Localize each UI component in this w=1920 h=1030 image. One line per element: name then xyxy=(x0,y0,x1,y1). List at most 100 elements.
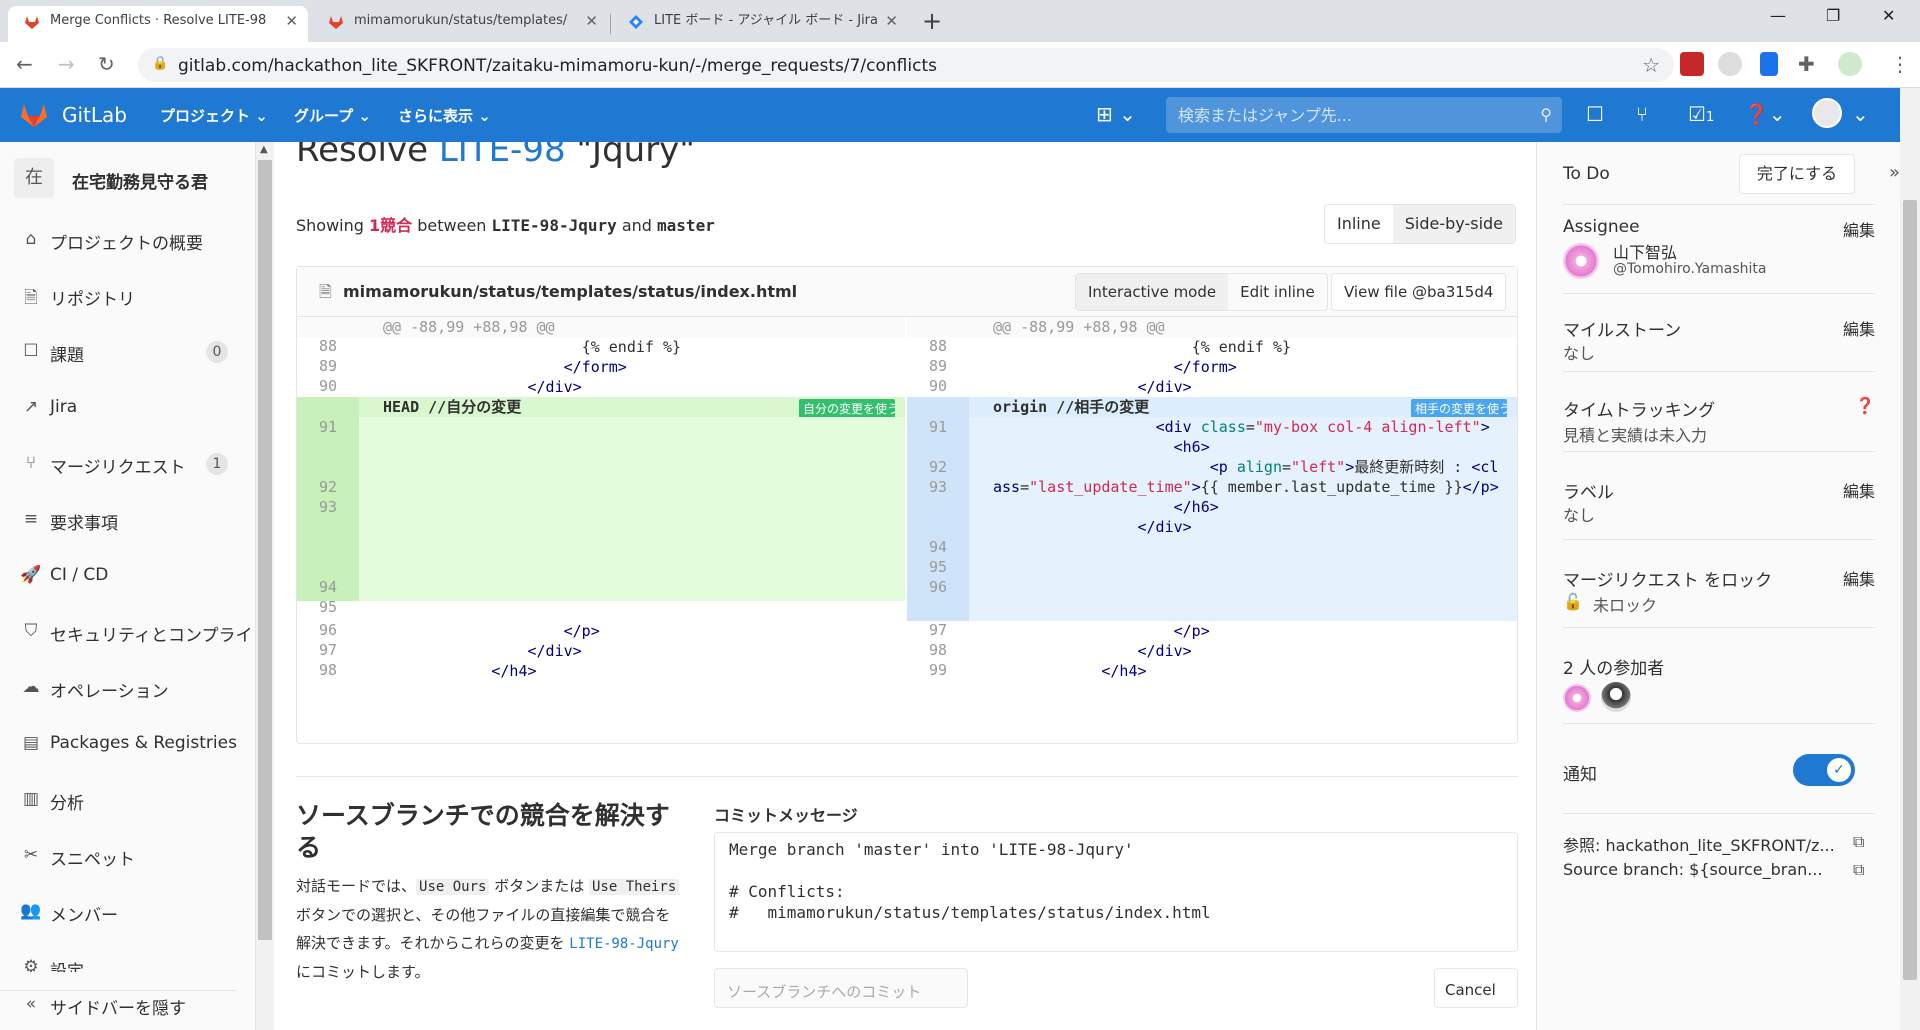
close-tab-icon[interactable]: ✕ xyxy=(885,6,898,36)
sidebar-item-requirements[interactable]: ≡ 要求事項 xyxy=(20,506,236,538)
minimize-icon[interactable]: — xyxy=(1770,6,1786,25)
interactive-mode-button[interactable]: Interactive mode xyxy=(1076,274,1229,310)
edit-milestone-link[interactable]: 編集 xyxy=(1843,316,1875,340)
sidebar-item-members[interactable]: 👥 メンバー xyxy=(20,898,236,930)
menu-projects[interactable]: プロジェクト ⌄ xyxy=(160,105,268,126)
close-tab-icon[interactable]: ✕ xyxy=(585,6,598,36)
copy-reference-icon[interactable]: ⧉ xyxy=(1853,832,1864,852)
user-avatar[interactable] xyxy=(1812,98,1842,128)
page-scrollbar-thumb[interactable] xyxy=(1903,200,1917,980)
browser-tab-merge-conflicts[interactable]: Merge Conflicts · Resolve LITE-98 ✕ xyxy=(8,6,308,42)
collapse-right-sidebar-icon[interactable]: » xyxy=(1889,162,1900,183)
issue-link[interactable]: LITE-98 xyxy=(439,142,566,170)
sidebar-item-settings[interactable]: ⚙ 設定 xyxy=(20,954,236,972)
diff-line: 99 </h4> xyxy=(928,661,1147,680)
reload-icon[interactable]: ↻ xyxy=(98,52,115,76)
scroll-up-arrow-icon[interactable]: ▲ xyxy=(260,144,268,155)
commit-message-label: コミットメッセージ xyxy=(714,806,858,825)
participant-avatar[interactable] xyxy=(1601,682,1631,712)
menu-groups[interactable]: グループ ⌄ xyxy=(294,105,371,126)
edit-lock-link[interactable]: 編集 xyxy=(1843,566,1875,590)
gitlab-logo-icon[interactable] xyxy=(20,102,48,128)
sidebar-item-label: 要求事項 xyxy=(50,514,118,534)
file-header: 🗎 mimamorukun/status/templates/status/in… xyxy=(297,267,1517,317)
merge-request-icon: ⑂ xyxy=(25,453,37,473)
notifications-toggle[interactable]: ✓ xyxy=(1793,754,1855,786)
browser-tab-templates[interactable]: mimamorukun/status/templates/ ✕ xyxy=(312,6,608,42)
sidebar-item-merge-requests[interactable]: ⑂ マージリクエスト 1 xyxy=(20,450,236,482)
mark-done-button[interactable]: 完了にする xyxy=(1739,154,1855,194)
todos-nav-icon[interactable]: ☑1 xyxy=(1688,102,1714,126)
help-question-icon[interactable]: ❓ xyxy=(1855,396,1875,415)
copy-branch-icon[interactable]: ⧉ xyxy=(1853,860,1864,880)
edit-labels-link[interactable]: 編集 xyxy=(1843,478,1875,502)
assignee-name[interactable]: 山下智弘 xyxy=(1613,239,1677,263)
sidebar-item-security[interactable]: ⛉ セキュリティとコンプライ xyxy=(20,618,253,650)
use-theirs-button[interactable]: 相手の変更を使う xyxy=(1411,399,1507,419)
inline-view-button[interactable]: Inline xyxy=(1325,205,1393,243)
edit-assignee-link[interactable]: 編集 xyxy=(1843,217,1875,241)
issues-nav-icon[interactable]: ☐ xyxy=(1586,102,1604,126)
sidebar-item-packages[interactable]: ▤ Packages & Registries xyxy=(20,730,237,762)
sidebar-item-jira[interactable]: ↗ Jira xyxy=(20,394,236,426)
sidebar-scrollbar-thumb[interactable] xyxy=(258,160,272,940)
merge-requests-nav-icon[interactable]: ⑂ xyxy=(1636,102,1648,126)
commit-message-textarea[interactable]: Merge branch 'master' into 'LITE-98-Jqur… xyxy=(714,832,1518,952)
shield-icon: ⛉ xyxy=(24,621,38,641)
sidebar-item-analytics[interactable]: ▥ 分析 xyxy=(20,786,236,818)
resolve-description: 対話モードでは、 Use Ours ボタンまたは Use Theirs ボタンでの… xyxy=(296,872,680,986)
reference-text: 参照: hackathon_lite_SKFRONT/z... xyxy=(1563,836,1835,855)
sidebar-scrollbar[interactable]: ▲ xyxy=(256,142,274,1030)
commit-to-source-branch-button[interactable]: ソースブランチへのコミット xyxy=(714,968,968,1008)
assignee-avatar[interactable] xyxy=(1563,243,1599,279)
sidebar-item-repository[interactable]: 🗎 リポジトリ xyxy=(20,282,236,314)
tab-separator xyxy=(610,14,611,34)
bookmark-star-icon[interactable]: ☆ xyxy=(1642,53,1660,77)
new-tab-button[interactable]: + xyxy=(922,6,942,36)
cancel-button[interactable]: Cancel xyxy=(1434,968,1518,1008)
maximize-icon[interactable]: ❐ xyxy=(1826,6,1840,25)
sidebar-item-overview[interactable]: ⌂ プロジェクトの概要 xyxy=(20,226,236,258)
create-new-icon[interactable]: ⊞ ⌄ xyxy=(1096,102,1136,126)
sidebar-item-issues[interactable]: ☐ 課題 0 xyxy=(20,338,236,370)
close-window-icon[interactable]: ✕ xyxy=(1882,6,1895,25)
profile-avatar-icon[interactable] xyxy=(1838,52,1862,76)
resolve-text: ボタンまたは xyxy=(489,877,589,895)
collapse-sidebar-button[interactable]: « サイドバーを隠す xyxy=(0,990,236,1022)
extensions-puzzle-icon[interactable]: ✚ xyxy=(1798,52,1822,76)
search-input[interactable] xyxy=(1166,97,1562,133)
view-file-button[interactable]: View file @ba315d4 xyxy=(1331,273,1507,311)
extension-docs-icon[interactable] xyxy=(1760,52,1778,76)
search-box[interactable]: ⚲ xyxy=(1166,97,1562,133)
close-tab-icon[interactable]: ✕ xyxy=(285,6,298,36)
gitlab-brand[interactable]: GitLab xyxy=(62,103,127,127)
menu-label: プロジェクト xyxy=(160,107,251,125)
extension-red-icon[interactable] xyxy=(1680,52,1704,76)
extension-chat-icon[interactable] xyxy=(1718,52,1742,76)
external-link-icon: ↗ xyxy=(23,397,39,417)
milestone-value: なし xyxy=(1563,344,1596,363)
project-header[interactable]: 在 在宅勤務見守る君 xyxy=(14,154,244,200)
chrome-menu-icon[interactable]: ⋮ xyxy=(1890,52,1910,76)
sidebar-item-cicd[interactable]: 🚀 CI / CD xyxy=(20,562,236,594)
page-scrollbar[interactable] xyxy=(1900,88,1920,1030)
use-ours-button[interactable]: 自分の変更を使う xyxy=(799,399,895,419)
back-icon[interactable]: ← xyxy=(16,52,33,76)
user-menu-chevron-icon[interactable]: ⌄ xyxy=(1852,102,1869,126)
page-title: Resolve LITE-98 "Jqury" xyxy=(296,142,695,170)
source-branch-link[interactable]: LITE-98-Jqury xyxy=(569,936,679,952)
side-by-side-view-button[interactable]: Side-by-side xyxy=(1392,205,1516,243)
sidebar-item-snippets[interactable]: ✂ スニペット xyxy=(20,842,236,874)
sidebar-item-operations[interactable]: ☁ オペレーション xyxy=(20,674,236,706)
url-text[interactable]: gitlab.com/hackathon_lite_SKFRONT/zaitak… xyxy=(178,56,937,76)
section-divider xyxy=(296,776,1518,777)
browser-tab-jira[interactable]: LITE ボード - アジャイル ボード - Jira ✕ xyxy=(612,6,908,42)
menu-more[interactable]: さらに表示 ⌄ xyxy=(398,105,491,126)
package-icon: ▤ xyxy=(22,733,40,753)
edit-inline-button[interactable]: Edit inline xyxy=(1228,274,1327,310)
help-icon[interactable]: ❓⌄ xyxy=(1744,102,1786,126)
forward-icon[interactable]: → xyxy=(58,52,75,76)
participant-avatar[interactable] xyxy=(1563,684,1591,712)
assignee-section: Assignee 編集 山下智弘 @Tomohiro.Yamashita xyxy=(1563,204,1875,294)
address-bar[interactable]: 🔒 gitlab.com/hackathon_lite_SKFRONT/zait… xyxy=(138,48,1674,82)
